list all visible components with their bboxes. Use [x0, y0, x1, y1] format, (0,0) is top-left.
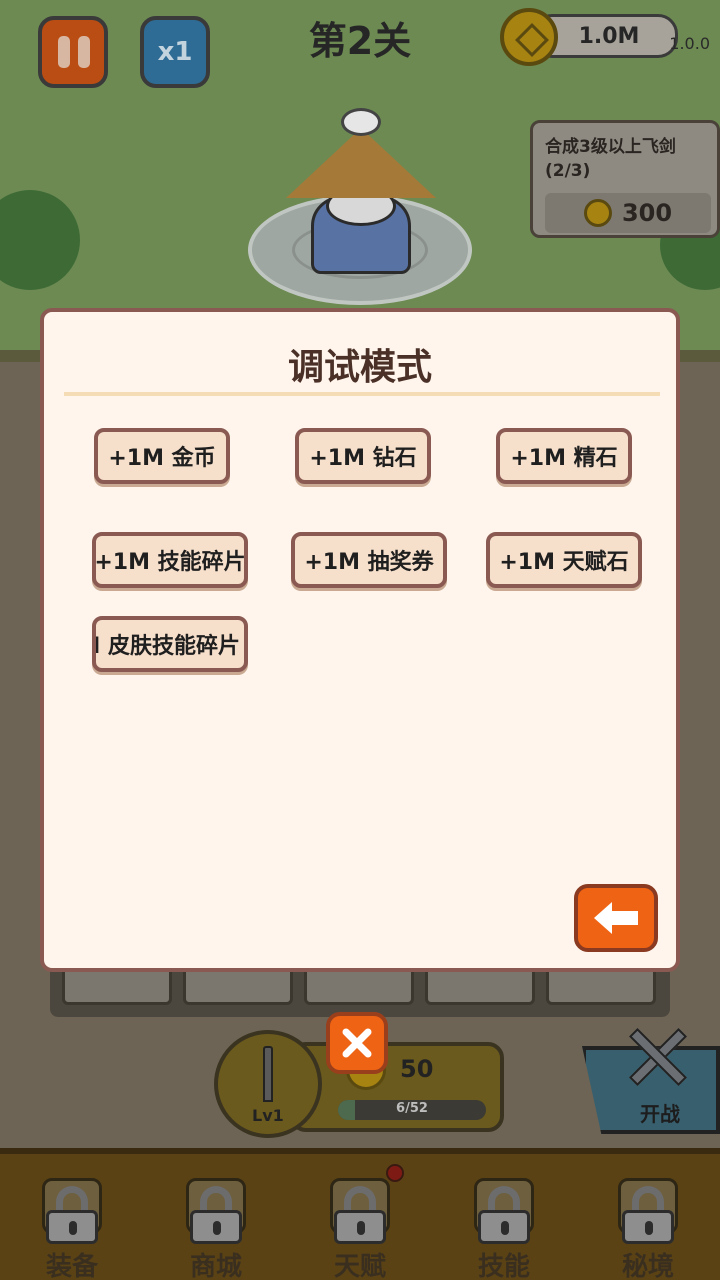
version-label: 1.0.0	[669, 34, 710, 53]
battle-label: 开战	[640, 1102, 680, 1126]
nav-item-equipment[interactable]: 装备	[12, 1172, 132, 1280]
quest-panel[interactable]: 合成3级以上飞剑(2/3) 300	[530, 120, 720, 238]
weapon-level: Lv1	[252, 1106, 284, 1125]
speed-button[interactable]: x1	[140, 16, 210, 88]
add-diamond-button[interactable]: +1M 钻石	[295, 428, 431, 484]
upgrade-cost: 50	[400, 1055, 434, 1083]
back-arrow-icon	[594, 902, 638, 934]
nav-item-secret-realm[interactable]: 秘境	[588, 1172, 708, 1280]
add-talent-stone-button[interactable]: +1M 天赋石	[486, 532, 642, 588]
nav-item-talent[interactable]: 天赋	[300, 1172, 420, 1280]
hero-character	[286, 108, 436, 280]
notification-dot	[386, 1164, 404, 1182]
lock-icon	[622, 1186, 674, 1244]
speed-label: x1	[157, 37, 193, 67]
straw-hat	[286, 128, 436, 198]
modal-divider	[64, 392, 660, 396]
nav-label: 秘境	[621, 1252, 674, 1280]
coin-icon	[583, 199, 612, 227]
add-skin-skill-fragment-button[interactable]: +1M 皮肤技能碎片	[92, 616, 248, 672]
pause-icon	[58, 36, 70, 68]
nav-label: 商城	[189, 1252, 242, 1280]
close-icon	[342, 1028, 372, 1058]
modal-title: 调试模式	[287, 347, 432, 388]
lock-icon	[334, 1186, 386, 1244]
quest-reward: 300	[545, 193, 711, 233]
lock-icon	[190, 1186, 242, 1244]
crossed-swords-icon	[620, 1022, 696, 1092]
add-essence-stone-button[interactable]: +1M 精石	[496, 428, 632, 484]
weapon-slots	[50, 965, 670, 1017]
quest-reward-amount: 300	[621, 199, 673, 227]
level-title: 第2关	[308, 19, 412, 63]
add-gold-button[interactable]: +1M 金币	[94, 428, 230, 484]
bottom-nav: 装备 商城 天赋 技能 秘境	[0, 1148, 720, 1280]
nav-label: 天赋	[333, 1252, 386, 1280]
gold-coin-icon	[500, 8, 558, 66]
nav-label: 技能	[477, 1252, 530, 1280]
lock-icon	[46, 1186, 98, 1244]
gold-amount: 1.0M	[578, 23, 640, 49]
nav-label: 装备	[45, 1252, 98, 1280]
nav-item-skill[interactable]: 技能	[444, 1172, 564, 1280]
weapon-progress-text: 6/52	[396, 1101, 428, 1116]
sword-icon	[263, 1046, 273, 1102]
nav-item-shop[interactable]: 商城	[156, 1172, 276, 1280]
close-button[interactable]	[326, 1012, 388, 1074]
quest-text: 合成3级以上飞剑(2/3)	[545, 137, 676, 181]
add-skill-fragment-button[interactable]: +1M 技能碎片	[92, 532, 248, 588]
add-lottery-ticket-button[interactable]: +1M 抽奖券	[291, 532, 447, 588]
lock-icon	[478, 1186, 530, 1244]
back-button[interactable]	[574, 884, 658, 952]
pause-button[interactable]	[38, 16, 108, 88]
debug-modal: 调试模式 +1M 金币 +1M 钻石 +1M 精石 +1M 技能碎片 +1M 抽…	[40, 308, 680, 972]
